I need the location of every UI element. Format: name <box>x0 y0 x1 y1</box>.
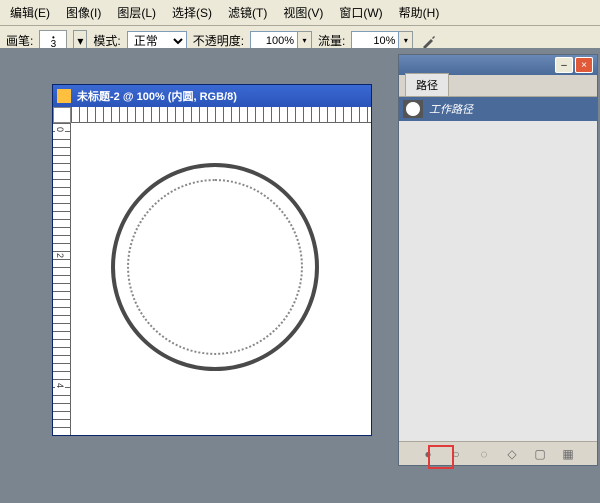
panel-close-button[interactable]: × <box>575 57 593 73</box>
ruler-mark: 4 <box>55 383 65 388</box>
tab-paths[interactable]: 路径 <box>405 73 449 96</box>
path-thumbnail <box>403 100 423 118</box>
menu-window[interactable]: 窗口(W) <box>333 2 388 23</box>
selection-to-path-icon[interactable]: ◇ <box>503 446 521 462</box>
mode-label: 模式: <box>93 32 120 49</box>
document-title: 未标题-2 @ 100% (内圆, RGB/8) <box>77 88 237 104</box>
path-to-selection-icon[interactable]: ◌ <box>475 446 493 462</box>
path-item-label: 工作路径 <box>429 101 473 117</box>
new-path-icon[interactable]: ▢ <box>531 446 549 462</box>
ruler-vertical[interactable]: 0 2 4 <box>53 123 71 435</box>
menu-select[interactable]: 选择(S) <box>166 2 218 23</box>
paths-panel: – × 路径 工作路径 ● ○ ◌ ◇ ▢ ▦ <box>398 54 598 466</box>
menu-edit[interactable]: 编辑(E) <box>4 2 56 23</box>
panel-minimize-button[interactable]: – <box>555 57 573 73</box>
menu-help[interactable]: 帮助(H) <box>393 2 446 23</box>
ruler-mark: 2 <box>55 253 65 258</box>
brush-label: 画笔: <box>6 32 33 49</box>
ruler-mark: 0 <box>55 127 65 132</box>
menu-view[interactable]: 视图(V) <box>277 2 329 23</box>
menu-image[interactable]: 图像(I) <box>60 2 107 23</box>
stroke-path-icon[interactable]: ○ <box>447 446 465 462</box>
menu-layer[interactable]: 图层(L) <box>111 2 162 23</box>
panel-titlebar[interactable]: – × <box>399 55 597 75</box>
ruler-corner <box>53 107 71 123</box>
menubar: 编辑(E) 图像(I) 图层(L) 选择(S) 滤镜(T) 视图(V) 窗口(W… <box>0 0 600 26</box>
opacity-label: 不透明度: <box>193 32 244 49</box>
delete-path-icon[interactable]: ▦ <box>559 446 577 462</box>
document-titlebar[interactable]: 未标题-2 @ 100% (内圆, RGB/8) <box>53 85 371 107</box>
selection-marquee <box>127 179 303 355</box>
menu-filter[interactable]: 滤镜(T) <box>222 2 273 23</box>
document-window: 未标题-2 @ 100% (内圆, RGB/8) 0 2 4 <box>52 84 372 436</box>
flow-label: 流量: <box>318 32 345 49</box>
path-item-workpath[interactable]: 工作路径 <box>399 97 597 121</box>
panel-body[interactable] <box>399 121 597 441</box>
panel-footer: ● ○ ◌ ◇ ▢ ▦ <box>399 441 597 465</box>
ruler-horizontal[interactable] <box>71 107 371 123</box>
chevron-down-icon: ▾ <box>77 34 83 48</box>
canvas[interactable] <box>71 123 371 435</box>
document-icon <box>57 89 71 103</box>
fill-path-icon[interactable]: ● <box>419 446 437 462</box>
panel-tabs: 路径 <box>399 75 597 97</box>
